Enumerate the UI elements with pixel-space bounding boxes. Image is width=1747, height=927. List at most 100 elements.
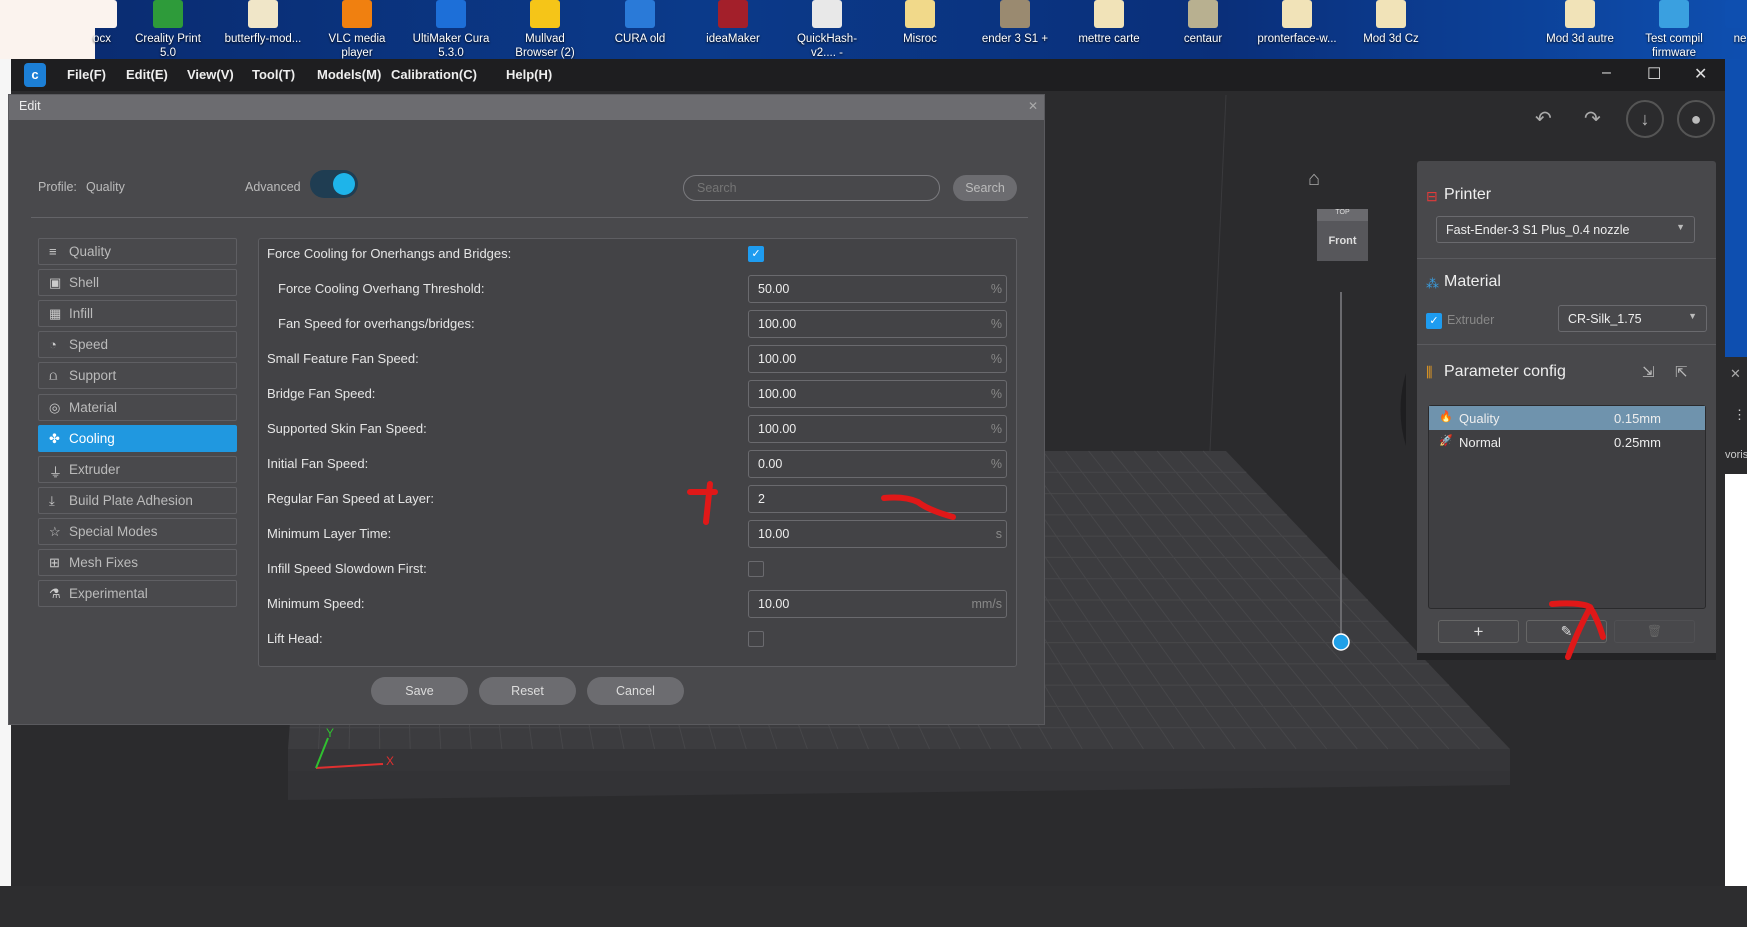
category-speed[interactable]: ◔ Speed — [38, 331, 237, 359]
setting-unit: % — [990, 387, 1002, 401]
advanced-label: Advanced — [245, 180, 301, 194]
category-infill[interactable]: ▦ Infill — [38, 300, 237, 328]
chevron-down-icon: ▼ — [1688, 311, 1697, 321]
menu-item[interactable]: Edit(E) — [126, 67, 168, 82]
menu-item[interactable]: Calibration(C) — [391, 67, 477, 82]
profile-value: Quality — [86, 180, 125, 194]
divider — [31, 217, 1028, 218]
setting-input[interactable]: 100.00% — [748, 310, 1007, 338]
setting-checkbox[interactable] — [748, 631, 764, 647]
divider — [1417, 344, 1716, 345]
setting-value: 100.00 — [758, 317, 797, 331]
category-material[interactable]: ◎ Material — [38, 393, 237, 421]
category-quality[interactable]: ≡ Quality — [38, 238, 237, 265]
dialog-close-button[interactable]: ✕ — [1028, 99, 1038, 113]
category-special-modes[interactable]: ☆ Special Modes — [38, 517, 237, 545]
category-label: Mesh Fixes — [69, 555, 139, 570]
setting-label: Force Cooling Overhang Threshold: — [278, 281, 485, 296]
setting-label: Small Feature Fan Speed: — [267, 351, 419, 366]
undo-icon[interactable]: ↶ — [1535, 106, 1552, 131]
edit-dialog: Edit ✕ Profile: Quality Advanced Search … — [8, 94, 1045, 725]
setting-unit: s — [995, 527, 1002, 541]
add-profile-button[interactable]: + — [1438, 620, 1519, 643]
category-label: Speed — [69, 337, 109, 353]
material-select[interactable]: CR-Silk_1.75 ▼ — [1558, 305, 1707, 332]
category-extruder[interactable]: ⏚ Extruder — [38, 455, 237, 483]
setting-checkbox[interactable]: ✓ — [748, 246, 764, 262]
layer-slider-handle[interactable] — [1332, 633, 1350, 651]
category-label: Cooling — [69, 430, 115, 446]
setting-input[interactable]: 100.00% — [748, 380, 1007, 408]
view-cube[interactable]: TOP Front — [1317, 209, 1368, 271]
delete-profile-button[interactable]: 🗑 — [1614, 620, 1695, 643]
category-mesh-fixes[interactable]: ⊞ Mesh Fixes — [38, 549, 237, 576]
settings-panel: Force Cooling for Onerhangs and Bridges:… — [258, 238, 1017, 667]
setting-input[interactable]: 10.00 s — [748, 520, 1007, 548]
search-button[interactable]: Search — [953, 175, 1017, 201]
printer-title: Printer — [1444, 186, 1492, 203]
minimize-button[interactable]: – — [1602, 64, 1611, 82]
printer-select[interactable]: Fast-Ender-3 S1 Plus_0.4 nozzle ▼ — [1436, 216, 1695, 243]
user-account-icon[interactable]: ● — [1677, 100, 1715, 138]
category-icon: ⩍ — [49, 368, 58, 384]
parameter-config-icon: ⫼ — [1426, 364, 1433, 380]
profile-layer-height: 0.15mm — [1614, 411, 1661, 426]
panel-collapse-handle[interactable] — [1400, 373, 1407, 446]
export-icon[interactable]: ⇱ — [1675, 363, 1688, 381]
edit-profile-button[interactable]: ✎ — [1526, 620, 1607, 643]
save-button[interactable]: Save — [371, 677, 468, 705]
setting-label: Fan Speed for overhangs/bridges: — [278, 316, 475, 331]
category-cooling[interactable]: ✤ Cooling — [38, 424, 237, 452]
redo-icon[interactable]: ↷ — [1584, 106, 1601, 131]
category-icon: ▣ — [49, 275, 62, 291]
material-title: Material — [1444, 273, 1501, 290]
download-icon[interactable]: ↓ — [1626, 100, 1664, 138]
profile-row[interactable]: 🔥 Quality 0.15mm — [1429, 406, 1705, 430]
profile-row[interactable]: 🚀 Normal 0.25mm — [1429, 430, 1705, 454]
import-icon[interactable]: ⇲ — [1642, 363, 1655, 381]
printer-icon: ⊟ — [1426, 188, 1438, 204]
print-settings-panel: ⊟ Printer Fast-Ender-3 S1 Plus_0.4 nozzl… — [1417, 161, 1716, 660]
extruder-checkbox[interactable]: ✓ — [1426, 313, 1442, 329]
setting-label: Minimum Speed: — [267, 596, 365, 611]
cancel-button[interactable]: Cancel — [587, 677, 684, 705]
menu-item[interactable]: Tool(T) — [252, 67, 295, 82]
search-input[interactable] — [683, 175, 940, 201]
material-value: CR-Silk_1.75 — [1568, 312, 1642, 326]
setting-input[interactable]: 2 — [748, 485, 1007, 513]
maximize-button[interactable]: ☐ — [1647, 64, 1661, 84]
setting-checkbox[interactable] — [748, 561, 764, 577]
menu-item[interactable]: Help(H) — [506, 67, 552, 82]
menu-item[interactable]: File(F) — [67, 67, 106, 82]
category-icon: ⤓ — [49, 492, 55, 508]
advanced-toggle[interactable] — [310, 170, 358, 198]
menu-item[interactable]: View(V) — [187, 67, 234, 82]
view-cube-front[interactable]: Front — [1317, 221, 1368, 261]
setting-input[interactable]: 10.00 mm/s — [748, 590, 1007, 618]
setting-input[interactable]: 0.00% — [748, 450, 1007, 478]
reset-button[interactable]: Reset — [479, 677, 576, 705]
panel-resize-handle[interactable] — [1417, 653, 1716, 660]
setting-value: 2 — [758, 492, 765, 506]
setting-input[interactable]: 100.00% — [748, 415, 1007, 443]
setting-unit: % — [990, 457, 1002, 471]
category-icon: ≡ — [49, 244, 57, 259]
profile-list: 🔥 Quality 0.15mm 🚀 Normal 0.25mm — [1428, 405, 1706, 609]
menu-item[interactable]: Models(M) — [317, 67, 381, 82]
category-support[interactable]: ⩍ Support — [38, 362, 237, 390]
home-view-icon[interactable]: ⌂ — [1308, 168, 1320, 191]
setting-label: Force Cooling for Onerhangs and Bridges: — [267, 246, 512, 261]
category-shell[interactable]: ▣ Shell — [38, 269, 237, 297]
category-build-plate-adhesion[interactable]: ⤓ Build Plate Adhesion — [38, 486, 237, 514]
setting-label: Minimum Layer Time: — [267, 526, 392, 541]
close-button[interactable]: ✕ — [1694, 64, 1707, 84]
category-experimental[interactable]: ⚗ Experimental — [38, 580, 237, 608]
view-cube-top[interactable]: TOP — [1317, 209, 1368, 221]
setting-label: Bridge Fan Speed: — [267, 386, 376, 401]
setting-label: Supported Skin Fan Speed: — [267, 421, 427, 436]
setting-input[interactable]: 50.00% — [748, 275, 1007, 303]
extruder-label: Extruder — [1447, 313, 1495, 327]
setting-input[interactable]: 100.00% — [748, 345, 1007, 373]
category-icon: ◔ — [49, 337, 57, 353]
profile-name: Quality — [1459, 411, 1500, 426]
